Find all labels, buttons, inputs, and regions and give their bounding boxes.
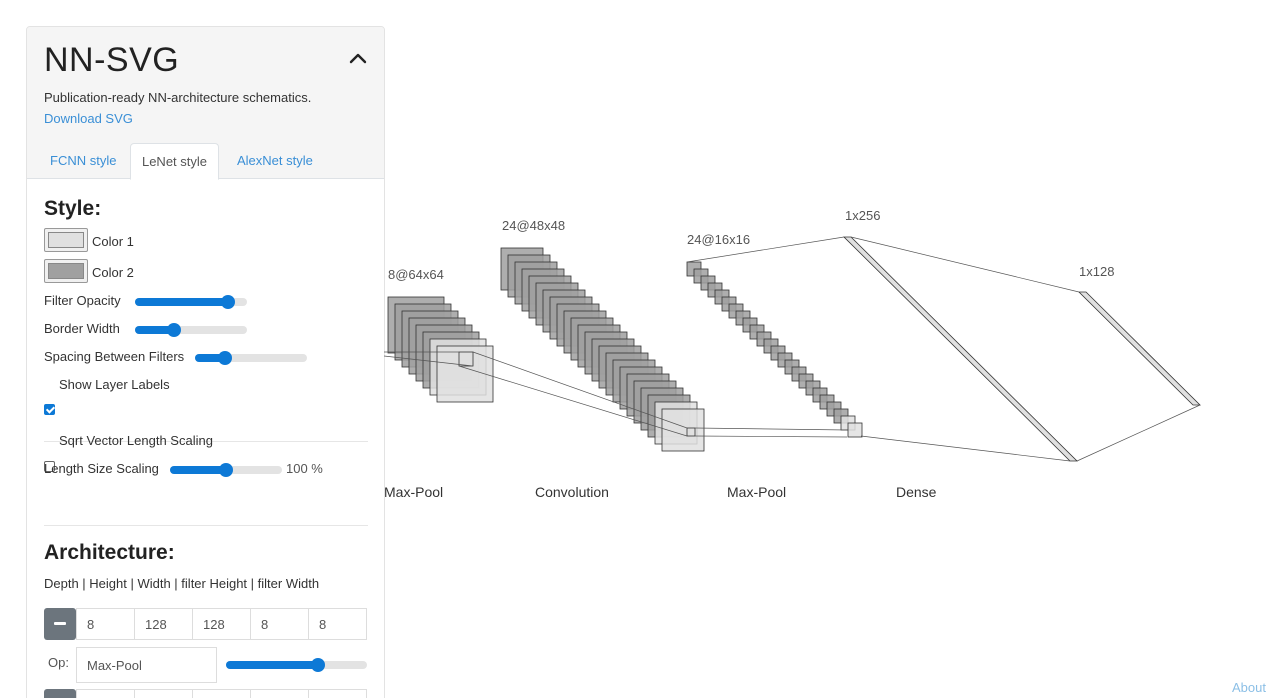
op-label: Max-Pool	[727, 484, 786, 500]
app-subtitle: Publication-ready NN-architecture schema…	[44, 90, 312, 105]
architecture-columns-label: Depth | Height | Width | filter Height |…	[44, 576, 320, 591]
layer-height-input[interactable]: 128	[134, 608, 193, 640]
tab-alexnet-style[interactable]: AlexNet style	[231, 143, 319, 179]
spacing-slider[interactable]	[195, 351, 307, 365]
op-label: Max-Pool	[384, 484, 443, 500]
op-input[interactable]: Max-Pool	[76, 647, 217, 683]
op-slider[interactable]	[226, 658, 367, 672]
filter-opacity-slider[interactable]	[135, 295, 247, 309]
dense-vector-256	[843, 236, 1078, 462]
layer-depth-input[interactable]: 8	[76, 608, 135, 640]
layer-width-input[interactable]: 64	[192, 689, 251, 698]
show-labels-label: Show Layer Labels	[59, 377, 170, 392]
control-panel: NN-SVG Publication-ready NN-architecture…	[26, 26, 385, 698]
dense-vector-128	[1078, 291, 1201, 406]
download-svg-link[interactable]: Download SVG	[44, 111, 133, 126]
filter-height-input[interactable]: 8	[250, 608, 309, 640]
length-scaling-label: Length Size Scaling	[44, 461, 159, 476]
connection-line	[860, 435, 1071, 462]
connection-line	[1076, 404, 1201, 462]
sqrt-scaling-label: Sqrt Vector Length Scaling	[59, 433, 213, 448]
panel-header: NN-SVG Publication-ready NN-architecture…	[27, 27, 384, 180]
about-link[interactable]: About	[1232, 680, 1266, 695]
network-diagram: 8@64x64 24@48x48 24@16x16 1x256 1x128 Ma…	[384, 208, 1201, 500]
collapse-chevron-up-icon[interactable]	[346, 47, 370, 71]
layer-label: 1x256	[845, 208, 880, 223]
app-title: NN-SVG	[44, 41, 180, 79]
filter-opacity-label: Filter Opacity	[44, 293, 121, 308]
layer-label: 8@64x64	[388, 267, 444, 282]
layer-height-input[interactable]: 64	[134, 689, 193, 698]
length-scaling-readout: 100 %	[286, 461, 323, 476]
architecture-heading: Architecture:	[44, 541, 175, 564]
connection-line	[694, 435, 848, 438]
op-label: Convolution	[535, 484, 609, 500]
show-labels-checkbox[interactable]	[44, 404, 55, 415]
color2-swatch[interactable]	[44, 259, 88, 283]
remove-layer-button[interactable]	[44, 608, 76, 640]
length-scaling-slider[interactable]	[170, 463, 282, 477]
style-heading: Style:	[44, 197, 102, 220]
border-width-label: Border Width	[44, 321, 120, 336]
layer-depth-input[interactable]: 8	[76, 689, 135, 698]
color2-label: Color 2	[92, 265, 134, 280]
layer-width-input[interactable]: 128	[192, 608, 251, 640]
divider	[44, 525, 368, 526]
op-label: Dense	[896, 484, 937, 500]
layer-label: 24@16x16	[687, 232, 750, 247]
diagram-canvas: 8@64x64 24@48x48 24@16x16 1x256 1x128 Ma…	[384, 0, 1280, 698]
filter-width-input[interactable]: 8	[308, 608, 367, 640]
color1-label: Color 1	[92, 234, 134, 249]
layer-label: 1x128	[1079, 264, 1114, 279]
layer-label: 24@48x48	[502, 218, 565, 233]
tab-lenet-style[interactable]: LeNet style	[130, 143, 219, 180]
connection-line	[850, 236, 1080, 293]
border-width-slider[interactable]	[135, 323, 247, 337]
spacing-label: Spacing Between Filters	[44, 349, 185, 364]
feature-map-24x16	[847, 422, 863, 438]
tab-fcnn-style[interactable]: FCNN style	[44, 143, 122, 179]
connection-line	[694, 427, 848, 431]
remove-layer-button[interactable]	[44, 689, 76, 698]
color1-swatch[interactable]	[44, 228, 88, 252]
filter-width-input[interactable]: 16	[308, 689, 367, 698]
op-prefix-label: Op:	[48, 655, 69, 670]
filter-height-input[interactable]: 16	[250, 689, 309, 698]
